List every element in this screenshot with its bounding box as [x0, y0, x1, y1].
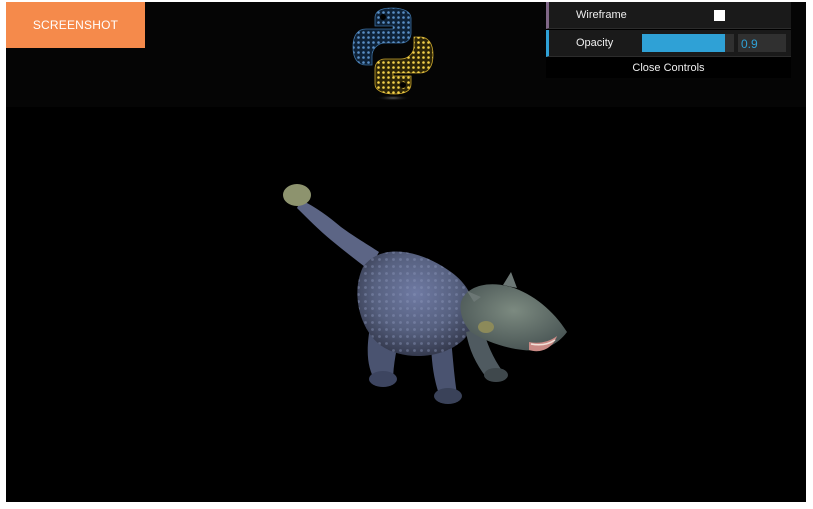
- opacity-row: Opacity 0.9: [546, 30, 791, 57]
- screenshot-button[interactable]: SCREENSHOT: [6, 2, 145, 48]
- 3d-viewport[interactable]: SCREENSHOT Wireframe Opacity 0.9 Close C…: [6, 2, 806, 502]
- opacity-slider-fill: [642, 34, 725, 52]
- python-logo-icon: [352, 7, 434, 101]
- opacity-value-input[interactable]: 0.9: [738, 34, 786, 52]
- controls-panel: Wireframe Opacity 0.9 Close Controls: [546, 2, 791, 78]
- wireframe-checkbox[interactable]: [714, 10, 725, 21]
- wireframe-row[interactable]: Wireframe: [546, 2, 791, 29]
- opacity-slider[interactable]: [642, 34, 734, 52]
- wireframe-label: Wireframe: [576, 9, 627, 21]
- ankylosaurus-model[interactable]: [271, 172, 571, 412]
- opacity-label: Opacity: [576, 37, 614, 49]
- close-controls-button[interactable]: Close Controls: [546, 58, 791, 78]
